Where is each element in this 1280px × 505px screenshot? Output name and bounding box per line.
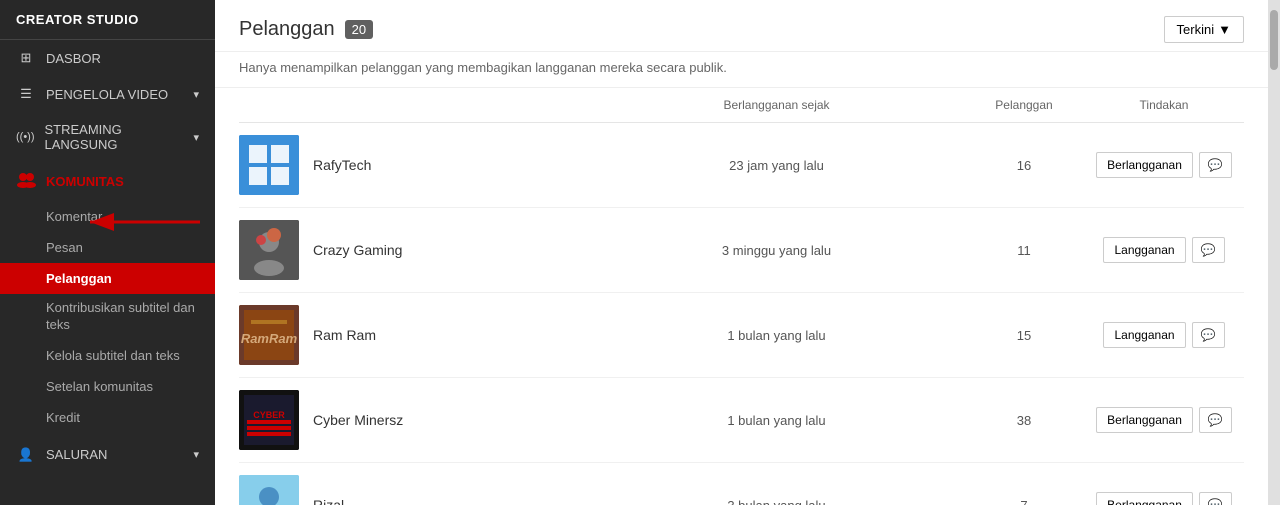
action-cell: Berlangganan 💬: [1084, 152, 1244, 178]
col-header-subscribers: Pelanggan: [964, 98, 1084, 112]
message-icon: 💬: [1208, 413, 1223, 427]
chevron-down-icon: ▾: [193, 88, 199, 101]
channel-info: RamRam Ram Ram: [239, 305, 589, 365]
channel-info: Crazy Gaming: [239, 220, 589, 280]
subscribe-button[interactable]: Langganan: [1103, 237, 1185, 263]
subscribe-button[interactable]: Berlangganan: [1096, 492, 1193, 505]
table-header-row: Berlangganan sejak Pelanggan Tindakan: [239, 88, 1244, 123]
main-content: Pelanggan 20 Terkini ▼ Hanya menampilkan…: [215, 0, 1268, 505]
saluran-icon: 👤: [16, 447, 36, 463]
subscriber-count-badge: 20: [345, 20, 373, 39]
channel-name: Rizal: [313, 497, 344, 505]
col-header-action: Tindakan: [1084, 98, 1244, 112]
channel-info: RafyTech: [239, 135, 589, 195]
sidebar-sub-kontribusikan[interactable]: Kontribusikan subtitel dan teks: [0, 294, 215, 340]
table-row: RamRam Ram Ram 1 bulan yang lalu 15 Lang…: [239, 293, 1244, 378]
subscribers-cell: 11: [964, 243, 1084, 258]
sidebar-sub-pesan[interactable]: Pesan: [0, 232, 215, 263]
subscribe-button[interactable]: Berlangganan: [1096, 152, 1193, 178]
col-header-since: Berlangganan sejak: [589, 98, 964, 112]
channel-thumb: [239, 475, 299, 505]
sidebar-item-saluran[interactable]: 👤 SALURAN ▾: [0, 437, 215, 473]
message-icon: 💬: [1208, 498, 1223, 505]
channel-name: Ram Ram: [313, 327, 376, 343]
red-arrow: [85, 208, 205, 236]
pengelola-video-icon: ☰: [16, 86, 36, 102]
since-cell: 1 bulan yang lalu: [589, 328, 964, 343]
message-button[interactable]: 💬: [1192, 237, 1225, 263]
channel-thumb: RamRam: [239, 305, 299, 365]
page-title-area: Pelanggan 20: [239, 18, 373, 41]
dasbor-icon: ⊞: [16, 50, 36, 66]
subscribers-cell: 16: [964, 158, 1084, 173]
sidebar-item-pengelola-video[interactable]: ☰ PENGELOLA VIDEO ▾: [0, 76, 215, 112]
channel-info: CYBER Cyber Minersz: [239, 390, 589, 450]
action-cell: Langganan 💬: [1084, 322, 1244, 348]
col-header-channel: [239, 98, 589, 112]
subscribers-cell: 15: [964, 328, 1084, 343]
sidebar-sub-pelanggan[interactable]: Pelanggan: [0, 263, 215, 294]
message-icon: 💬: [1208, 158, 1223, 172]
sort-button[interactable]: Terkini ▼: [1164, 16, 1244, 43]
channel-thumb: CYBER: [239, 390, 299, 450]
subscribers-cell: 38: [964, 413, 1084, 428]
message-button[interactable]: 💬: [1192, 322, 1225, 348]
message-button[interactable]: 💬: [1199, 492, 1232, 505]
sidebar-sub-kredit[interactable]: Kredit: [0, 402, 215, 433]
since-cell: 3 minggu yang lalu: [589, 243, 964, 258]
page-subtitle: Hanya menampilkan pelanggan yang membagi…: [215, 52, 1268, 88]
subscribers-cell: 7: [964, 498, 1084, 505]
page-title: Pelanggan: [239, 18, 335, 41]
sort-chevron-icon: ▼: [1218, 22, 1231, 37]
chevron-down-icon: ▾: [193, 448, 199, 461]
komunitas-icon: [16, 172, 36, 191]
message-icon: 💬: [1201, 328, 1216, 342]
message-icon: 💬: [1201, 243, 1216, 257]
streaming-icon: ((•)): [16, 131, 35, 143]
sidebar-item-label: DASBOR: [46, 51, 101, 66]
channel-name: Crazy Gaming: [313, 242, 402, 258]
sidebar-header: CREATOR STUDIO: [0, 0, 215, 40]
since-cell: 3 bulan yang lalu: [589, 498, 964, 505]
table-row: RafyTech 23 jam yang lalu 16 Berlanggana…: [239, 123, 1244, 208]
sidebar-sub-setelan-komunitas[interactable]: Setelan komunitas: [0, 371, 215, 402]
sidebar: CREATOR STUDIO ⊞ DASBOR ☰ PENGELOLA VIDE…: [0, 0, 215, 505]
sidebar-item-streaming-langsung[interactable]: ((•)) STREAMING LANGSUNG ▾: [0, 112, 215, 162]
channel-thumb: [239, 135, 299, 195]
subscribers-table: Berlangganan sejak Pelanggan Tindakan: [215, 88, 1268, 505]
sidebar-komunitas-label: KOMUNITAS: [46, 174, 124, 189]
channel-name: RafyTech: [313, 157, 371, 173]
action-cell: Berlangganan 💬: [1084, 407, 1244, 433]
page-header: Pelanggan 20 Terkini ▼: [215, 0, 1268, 52]
table-row: Crazy Gaming 3 minggu yang lalu 11 Langg…: [239, 208, 1244, 293]
table-row: Rizal 3 bulan yang lalu 7 Berlangganan 💬: [239, 463, 1244, 505]
channel-info: Rizal: [239, 475, 589, 505]
sidebar-sub-kelola-subtitel[interactable]: Kelola subtitel dan teks: [0, 340, 215, 371]
message-button[interactable]: 💬: [1199, 407, 1232, 433]
sort-label: Terkini: [1177, 22, 1215, 37]
channel-name: Cyber Minersz: [313, 412, 403, 428]
sidebar-item-label: PENGELOLA VIDEO: [46, 87, 168, 102]
since-cell: 23 jam yang lalu: [589, 158, 964, 173]
chevron-down-icon: ▾: [193, 131, 199, 144]
since-cell: 1 bulan yang lalu: [589, 413, 964, 428]
subscribe-button[interactable]: Berlangganan: [1096, 407, 1193, 433]
message-button[interactable]: 💬: [1199, 152, 1232, 178]
svg-text:CYBER: CYBER: [253, 410, 285, 420]
scrollbar[interactable]: [1268, 0, 1280, 505]
sidebar-item-label: STREAMING LANGSUNG: [45, 122, 184, 152]
sidebar-saluran-label: SALURAN: [46, 447, 107, 462]
channel-thumb: [239, 220, 299, 280]
table-row: CYBER Cyber Minersz 1 bulan yang lalu 38…: [239, 378, 1244, 463]
svg-text:RamRam: RamRam: [241, 331, 298, 346]
sidebar-item-dasbor[interactable]: ⊞ DASBOR: [0, 40, 215, 76]
action-cell: Berlangganan 💬: [1084, 492, 1244, 505]
subscribe-button[interactable]: Langganan: [1103, 322, 1185, 348]
action-cell: Langganan 💬: [1084, 237, 1244, 263]
scroll-thumb[interactable]: [1270, 10, 1278, 70]
sidebar-item-komunitas[interactable]: KOMUNITAS: [0, 162, 215, 201]
